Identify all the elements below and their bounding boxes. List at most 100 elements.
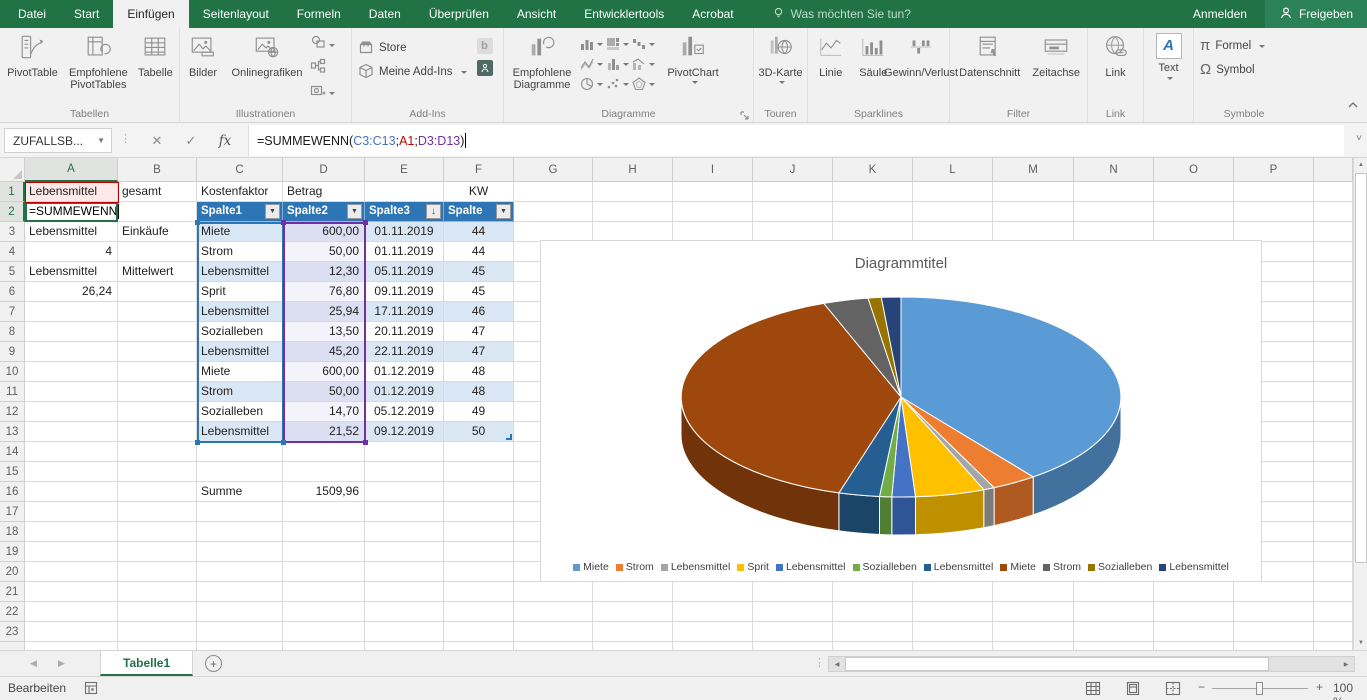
cell-K3[interactable] bbox=[833, 222, 913, 242]
cell-B10[interactable] bbox=[118, 362, 197, 382]
cell-C15[interactable] bbox=[197, 462, 283, 482]
cell-L2[interactable] bbox=[913, 202, 993, 222]
column-header-H[interactable]: H bbox=[593, 158, 673, 182]
horizontal-scrollbar[interactable]: ◀ ▶ bbox=[828, 656, 1355, 672]
cell-M22[interactable] bbox=[993, 602, 1074, 622]
insert-function-icon[interactable]: fx bbox=[208, 133, 242, 149]
row-header-3[interactable]: 3 bbox=[0, 222, 25, 242]
cell-M3[interactable] bbox=[993, 222, 1074, 242]
cell-P2[interactable] bbox=[1234, 202, 1314, 222]
cell-L23[interactable] bbox=[913, 622, 993, 642]
cell-C22[interactable] bbox=[197, 602, 283, 622]
cell-D6[interactable]: 76,80 bbox=[283, 282, 365, 302]
cancel-icon[interactable]: ✕ bbox=[140, 133, 174, 149]
recommended-charts-button[interactable]: Empfohlene Diagramme bbox=[506, 30, 578, 104]
cell-J3[interactable] bbox=[753, 222, 833, 242]
cell-J1[interactable] bbox=[753, 182, 833, 202]
cell-B2[interactable] bbox=[118, 202, 197, 222]
cell-L1[interactable] bbox=[913, 182, 993, 202]
column-header-J[interactable]: J bbox=[753, 158, 833, 182]
chart-title[interactable]: Diagrammtitel bbox=[541, 255, 1261, 272]
cell-B7[interactable] bbox=[118, 302, 197, 322]
cell-partial-2[interactable] bbox=[1314, 202, 1353, 222]
cell-partial-4[interactable] bbox=[1314, 242, 1353, 262]
cell-D5[interactable]: 12,30 bbox=[283, 262, 365, 282]
cell-F7[interactable]: 46 bbox=[444, 302, 514, 322]
map3d-button[interactable]: 3D-Karte bbox=[757, 30, 805, 104]
row-header-6[interactable]: 6 bbox=[0, 282, 25, 302]
cell-J23[interactable] bbox=[753, 622, 833, 642]
legend-item[interactable]: Sozialleben bbox=[853, 561, 917, 573]
tab-seitenlayout[interactable]: Seitenlayout bbox=[189, 0, 283, 28]
view-page-layout-icon[interactable] bbox=[1125, 681, 1141, 699]
cell-A24[interactable] bbox=[25, 642, 118, 650]
column-header-G[interactable]: G bbox=[514, 158, 593, 182]
smartart-icon[interactable] bbox=[310, 58, 335, 79]
cell-partial-17[interactable] bbox=[1314, 502, 1353, 522]
cell-N3[interactable] bbox=[1074, 222, 1154, 242]
cell-D10[interactable]: 600,00 bbox=[283, 362, 365, 382]
cell-F8[interactable]: 47 bbox=[444, 322, 514, 342]
cell-F9[interactable]: 47 bbox=[444, 342, 514, 362]
cell-F14[interactable] bbox=[444, 442, 514, 462]
legend-item[interactable]: Strom bbox=[616, 561, 654, 573]
vertical-scrollbar[interactable]: ▲ ▼ bbox=[1353, 158, 1367, 650]
cell-D11[interactable]: 50,00 bbox=[283, 382, 365, 402]
cell-B9[interactable] bbox=[118, 342, 197, 362]
cell-H21[interactable] bbox=[593, 582, 673, 602]
cell-A9[interactable] bbox=[25, 342, 118, 362]
cell-D16[interactable]: 1509,96 bbox=[283, 482, 365, 502]
cell-F11[interactable]: 48 bbox=[444, 382, 514, 402]
row-header-4[interactable]: 4 bbox=[0, 242, 25, 262]
pie-slice-side[interactable] bbox=[839, 493, 880, 535]
table-button[interactable]: Tabelle bbox=[134, 30, 177, 104]
column-header-K[interactable]: K bbox=[833, 158, 913, 182]
cell-B13[interactable] bbox=[118, 422, 197, 442]
cell-C16[interactable]: Summe bbox=[197, 482, 283, 502]
cell-D24[interactable] bbox=[283, 642, 365, 650]
cell-F21[interactable] bbox=[444, 582, 514, 602]
cell-A18[interactable] bbox=[25, 522, 118, 542]
cell-F24[interactable] bbox=[444, 642, 514, 650]
cell-H3[interactable] bbox=[593, 222, 673, 242]
zoom-level[interactable]: 100 % bbox=[1333, 681, 1367, 700]
cell-M1[interactable] bbox=[993, 182, 1074, 202]
cell-L24[interactable] bbox=[913, 642, 993, 650]
cell-A4[interactable]: 4 bbox=[25, 242, 118, 262]
row-header-10[interactable]: 10 bbox=[0, 362, 25, 382]
cell-B5[interactable]: Mittelwert bbox=[118, 262, 197, 282]
chart-scatter-icon[interactable] bbox=[606, 74, 632, 94]
name-box-dropdown-icon[interactable]: ▼ bbox=[97, 136, 105, 145]
cell-partial-3[interactable] bbox=[1314, 222, 1353, 242]
cell-F6[interactable]: 45 bbox=[444, 282, 514, 302]
formula-input[interactable]: =SUMMEWENN(C3:C13;A1;D3:D13) bbox=[248, 125, 1344, 156]
cell-C18[interactable] bbox=[197, 522, 283, 542]
row-header-17[interactable]: 17 bbox=[0, 502, 25, 522]
cell-B6[interactable] bbox=[118, 282, 197, 302]
cell-partial-24[interactable] bbox=[1314, 642, 1353, 650]
cell-E22[interactable] bbox=[365, 602, 444, 622]
cell-F23[interactable] bbox=[444, 622, 514, 642]
cell-B22[interactable] bbox=[118, 602, 197, 622]
pivottable-button[interactable]: PivotTable bbox=[2, 30, 63, 104]
select-all-corner[interactable] bbox=[0, 158, 25, 182]
cell-I3[interactable] bbox=[673, 222, 753, 242]
column-header-N[interactable]: N bbox=[1074, 158, 1154, 182]
cell-D21[interactable] bbox=[283, 582, 365, 602]
cell-E23[interactable] bbox=[365, 622, 444, 642]
legend-item[interactable]: Sozialleben bbox=[1088, 561, 1152, 573]
cell-partial-19[interactable] bbox=[1314, 542, 1353, 562]
cell-B11[interactable] bbox=[118, 382, 197, 402]
view-page-break-icon[interactable] bbox=[1165, 681, 1181, 699]
sheet-nav-right-icon[interactable]: ▶ bbox=[58, 658, 65, 669]
cell-partial-15[interactable] bbox=[1314, 462, 1353, 482]
cell-A16[interactable] bbox=[25, 482, 118, 502]
sparkline-line-button[interactable]: Linie bbox=[810, 30, 852, 104]
cell-F5[interactable]: 45 bbox=[444, 262, 514, 282]
tab-acrobat[interactable]: Acrobat bbox=[678, 0, 747, 28]
tab-ueberpruefen[interactable]: Überprüfen bbox=[415, 0, 503, 28]
chart-hierarchy-icon[interactable] bbox=[606, 34, 632, 54]
cell-M23[interactable] bbox=[993, 622, 1074, 642]
cell-D8[interactable]: 13,50 bbox=[283, 322, 365, 342]
column-header-B[interactable]: B bbox=[118, 158, 197, 182]
